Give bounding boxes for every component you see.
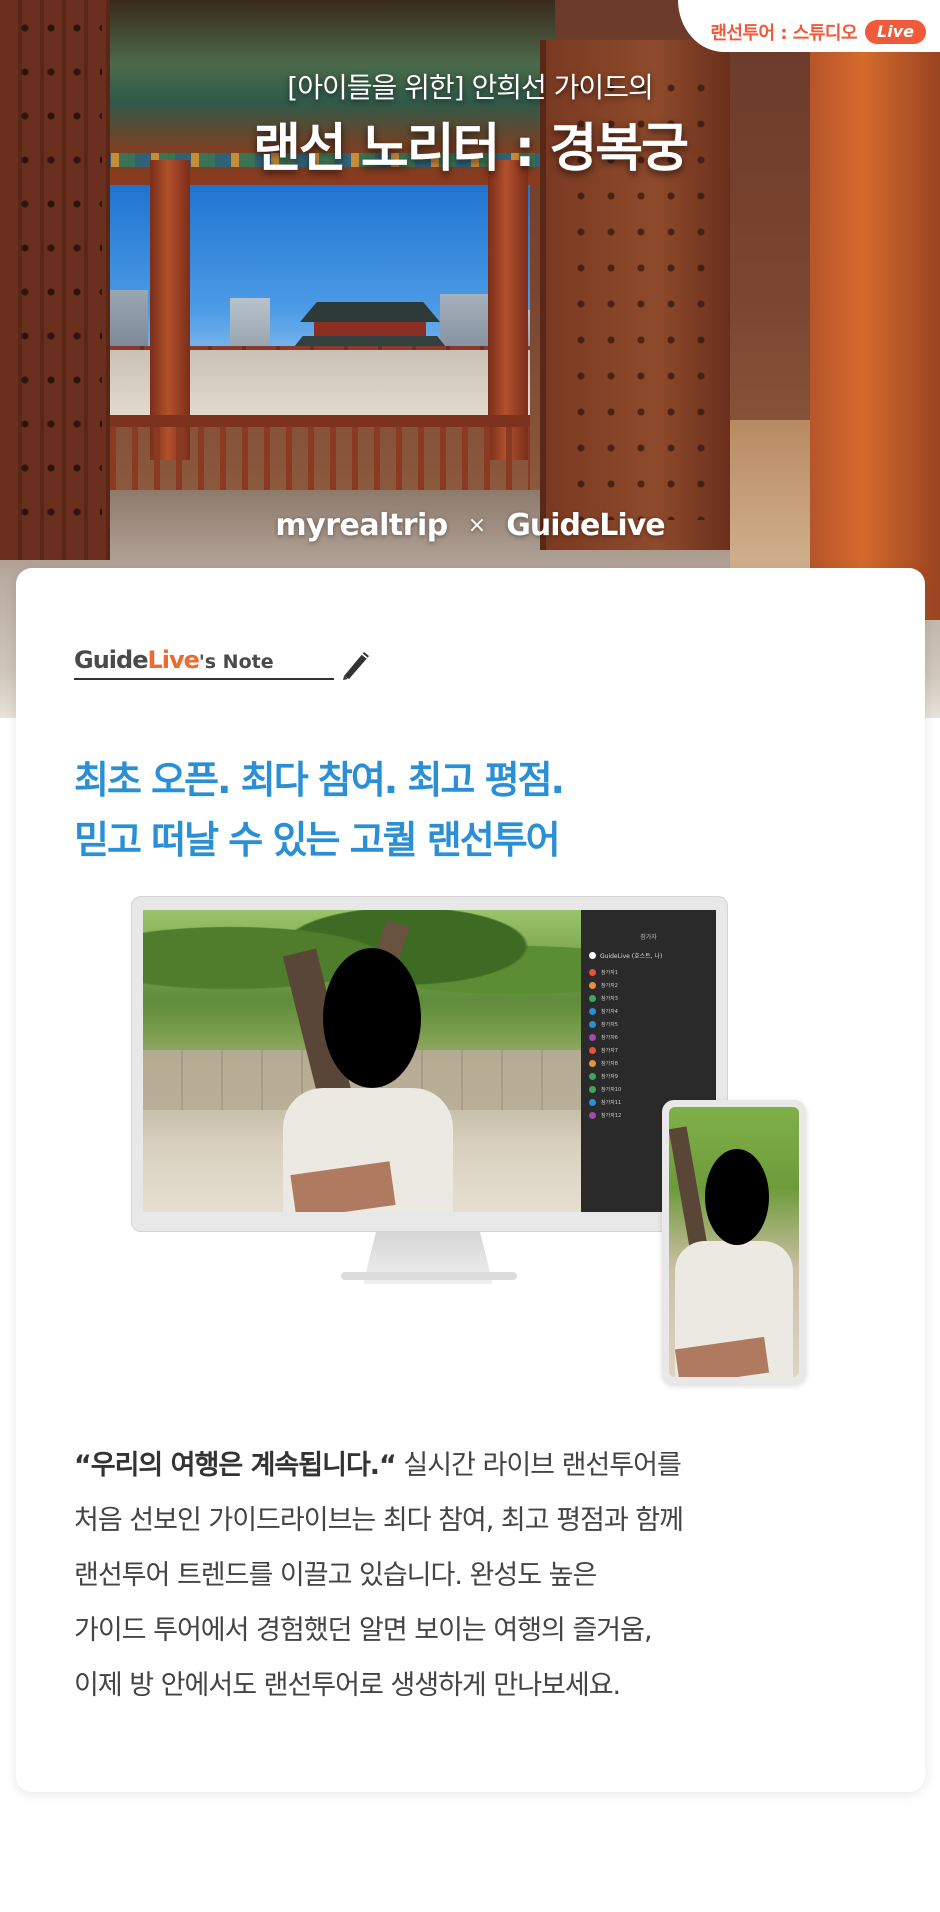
participant-row: 참가자8 xyxy=(589,1057,708,1070)
participant-name: 참가자11 xyxy=(601,1100,622,1106)
description-line-1-rest: 실시간 라이브 랜선투어를 xyxy=(395,1450,681,1481)
participant-row: 참가자10 xyxy=(589,1083,708,1096)
participant-avatar-icon xyxy=(589,1086,596,1093)
participant-row: 참가자4 xyxy=(589,1005,708,1018)
brand-separator: × xyxy=(467,513,487,538)
participant-avatar-icon xyxy=(589,1034,596,1041)
monitor-frame: 참가자 GuideLive (호스트, 나) 참가자1 참가자2 참가자3 참가자4 참… xyxy=(131,896,728,1232)
monitor-base xyxy=(341,1272,517,1280)
tag-text: 랜선투어 : 스튜디오 xyxy=(710,23,858,44)
description-line-3: 랜선투어 트렌드를 이끌고 있습니다. 완성도 높은 xyxy=(74,1560,597,1591)
participant-name: 참가자10 xyxy=(601,1087,622,1093)
participant-row: 참가자7 xyxy=(589,1044,708,1057)
phone-mockup xyxy=(662,1100,806,1384)
participant-list: 참가자1 참가자2 참가자3 참가자4 참가자5 참가자6 참가자7 참가자8 참가자9 참가자1… xyxy=(589,966,708,1122)
description: “우리의 여행은 계속됩니다.“ 실시간 라이브 랜선투어를 처음 선보인 가이… xyxy=(74,1438,874,1713)
myrealtrip-logo: myrealtrip xyxy=(275,508,448,543)
headline-line-2: 믿고 떠날 수 있는 고퀄 랜선투어 xyxy=(74,818,561,862)
participant-name: 참가자4 xyxy=(601,1009,618,1015)
participant-avatar-icon xyxy=(589,995,596,1002)
participant-name: 참가자9 xyxy=(601,1074,618,1080)
panel-host-label: GuideLive (호스트, 나) xyxy=(600,953,663,960)
panel-title: 참가자 xyxy=(640,934,657,941)
participant-row: 참가자1 xyxy=(589,966,708,979)
note-label: GuideLive's Note xyxy=(74,646,334,680)
tour-video xyxy=(143,910,581,1212)
redacted-face xyxy=(705,1149,769,1245)
hero-subtitle: [아이들을 위한] 안희선 가이드의 xyxy=(287,71,653,104)
participant-avatar-icon xyxy=(589,1021,596,1028)
participant-row: 참가자5 xyxy=(589,1018,708,1031)
participant-row: 참가자6 xyxy=(589,1031,708,1044)
guidelive-note-heading: GuideLive's Note xyxy=(74,646,372,680)
redacted-face xyxy=(323,948,421,1088)
headline: 최초 오픈. 최다 참여. 최고 평점. 믿고 떠날 수 있는 고퀄 랜선투어 xyxy=(74,750,565,870)
participant-row: 참가자9 xyxy=(589,1070,708,1083)
description-line-1: “우리의 여행은 계속됩니다.“ 실시간 라이브 랜선투어를 xyxy=(74,1438,874,1493)
note-suffix: 's Note xyxy=(198,651,274,673)
participant-avatar-icon xyxy=(589,1099,596,1106)
hero-title: 랜선 노리터 : 경복궁 xyxy=(253,119,689,179)
participant-name: 참가자1 xyxy=(601,970,618,976)
description-lead: “우리의 여행은 계속됩니다.“ xyxy=(74,1450,397,1481)
participant-row: 참가자3 xyxy=(589,992,708,1005)
host-avatar-icon xyxy=(589,952,596,959)
participant-name: 참가자5 xyxy=(601,1022,618,1028)
live-badge: Live xyxy=(865,20,926,44)
guidelive-logo: GuideLive xyxy=(506,508,665,543)
participant-name: 참가자7 xyxy=(601,1048,618,1054)
monitor-mockup: 참가자 GuideLive (호스트, 나) 참가자1 참가자2 참가자3 참가자4 참… xyxy=(131,896,728,1284)
hero-railing xyxy=(110,415,530,495)
participant-name: 참가자3 xyxy=(601,996,618,1002)
participant-avatar-icon xyxy=(589,1060,596,1067)
description-line-4: 가이드 투어에서 경험했던 알면 보이는 여행의 즐거움, xyxy=(74,1615,653,1646)
note-guide: Guide xyxy=(74,646,148,674)
participant-name: 참가자6 xyxy=(601,1035,618,1041)
pen-icon xyxy=(340,646,372,680)
phone-screen xyxy=(669,1107,799,1377)
panel-host: GuideLive (호스트, 나) xyxy=(589,951,708,960)
headline-line-1: 최초 오픈. 최다 참여. 최고 평점. xyxy=(74,758,565,802)
content-card: GuideLive's Note 최초 오픈. 최다 참여. 최고 평점. 믿고… xyxy=(16,568,925,1792)
participant-avatar-icon xyxy=(589,1008,596,1015)
guide-person xyxy=(283,948,453,1212)
participant-row: 참가자2 xyxy=(589,979,708,992)
studio-live-tag: 랜선투어 : 스튜디오 Live xyxy=(678,0,940,52)
participant-avatar-icon xyxy=(589,1073,596,1080)
note-live: Live xyxy=(147,646,199,674)
participant-avatar-icon xyxy=(589,1047,596,1054)
participant-avatar-icon xyxy=(589,969,596,976)
description-line-2: 처음 선보인 가이드라이브는 최다 참여, 최고 평점과 함께 xyxy=(74,1505,684,1536)
participant-name: 참가자8 xyxy=(601,1061,618,1067)
participant-avatar-icon xyxy=(589,1112,596,1119)
participant-name: 참가자12 xyxy=(601,1113,622,1119)
brand-logos: myrealtrip × GuideLive xyxy=(0,508,940,543)
monitor-screen: 참가자 GuideLive (호스트, 나) 참가자1 참가자2 참가자3 참가자4 참… xyxy=(143,910,716,1212)
participant-name: 참가자2 xyxy=(601,983,618,989)
participant-avatar-icon xyxy=(589,982,596,989)
description-line-5: 이제 방 안에서도 랜선투어로 생생하게 만나보세요. xyxy=(74,1670,621,1701)
